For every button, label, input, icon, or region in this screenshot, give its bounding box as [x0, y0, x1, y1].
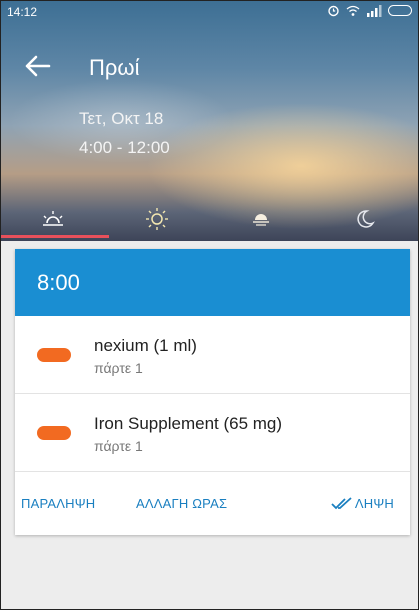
status-bar: 14:12	[1, 1, 418, 23]
alarm-icon	[328, 5, 339, 17]
header-background: 14:12 Πρωί Τετ, Οκτ 18 4:00 - 12:00	[1, 1, 418, 241]
dose-time: 8:00	[37, 269, 80, 295]
medication-item[interactable]: nexium (1 ml) πάρτε 1	[15, 316, 410, 394]
sunset-icon	[253, 214, 269, 226]
skip-button[interactable]: ΠΑΡΑΛΗΨΗ	[21, 496, 95, 511]
dose-card: 8:00 nexium (1 ml) πάρτε 1 Iron Suppleme…	[15, 249, 410, 535]
double-check-icon	[331, 496, 352, 509]
signal-icon	[367, 4, 382, 17]
status-icons	[327, 4, 412, 17]
pill-icon	[37, 426, 71, 440]
medication-item[interactable]: Iron Supplement (65 mg) πάρτε 1	[15, 394, 410, 472]
battery-icon	[388, 5, 412, 16]
medication-dose: πάρτε 1	[94, 360, 143, 376]
take-label: ΛΗΨΗ	[354, 496, 394, 511]
page-title: Πρωί	[89, 55, 140, 80]
period-time-range: 4:00 - 12:00	[79, 138, 170, 157]
medication-dose: πάρτε 1	[94, 438, 143, 454]
back-arrow-icon[interactable]	[23, 51, 53, 81]
change-time-button[interactable]: ΑΛΛΑΓΗ ΩΡΑΣ	[136, 496, 227, 511]
sunrise-icon	[43, 211, 63, 226]
moon-icon	[357, 210, 375, 228]
dose-time-header: 8:00	[15, 249, 410, 316]
take-button[interactable]: ΛΗΨΗ	[331, 496, 394, 511]
status-time: 14:12	[7, 5, 38, 19]
pill-icon	[37, 348, 71, 362]
active-tab-indicator	[1, 235, 109, 238]
tab-evening[interactable]	[209, 199, 313, 239]
tab-morning[interactable]	[1, 199, 105, 239]
medication-name: Iron Supplement (65 mg)	[94, 414, 283, 433]
period-date: Τετ, Οκτ 18	[79, 109, 164, 128]
sun-icon	[146, 208, 168, 230]
tab-noon[interactable]	[105, 199, 209, 239]
tab-night[interactable]	[313, 199, 417, 239]
medication-name: nexium (1 ml)	[94, 336, 197, 355]
phone-screen: 14:12 Πρωί Τετ, Οκτ 18 4:00 - 12:00 8:00…	[0, 0, 419, 610]
dose-actions: ΠΑΡΑΛΗΨΗ ΑΛΛΑΓΗ ΩΡΑΣ ΛΗΨΗ	[15, 472, 410, 535]
wifi-icon	[346, 5, 360, 16]
